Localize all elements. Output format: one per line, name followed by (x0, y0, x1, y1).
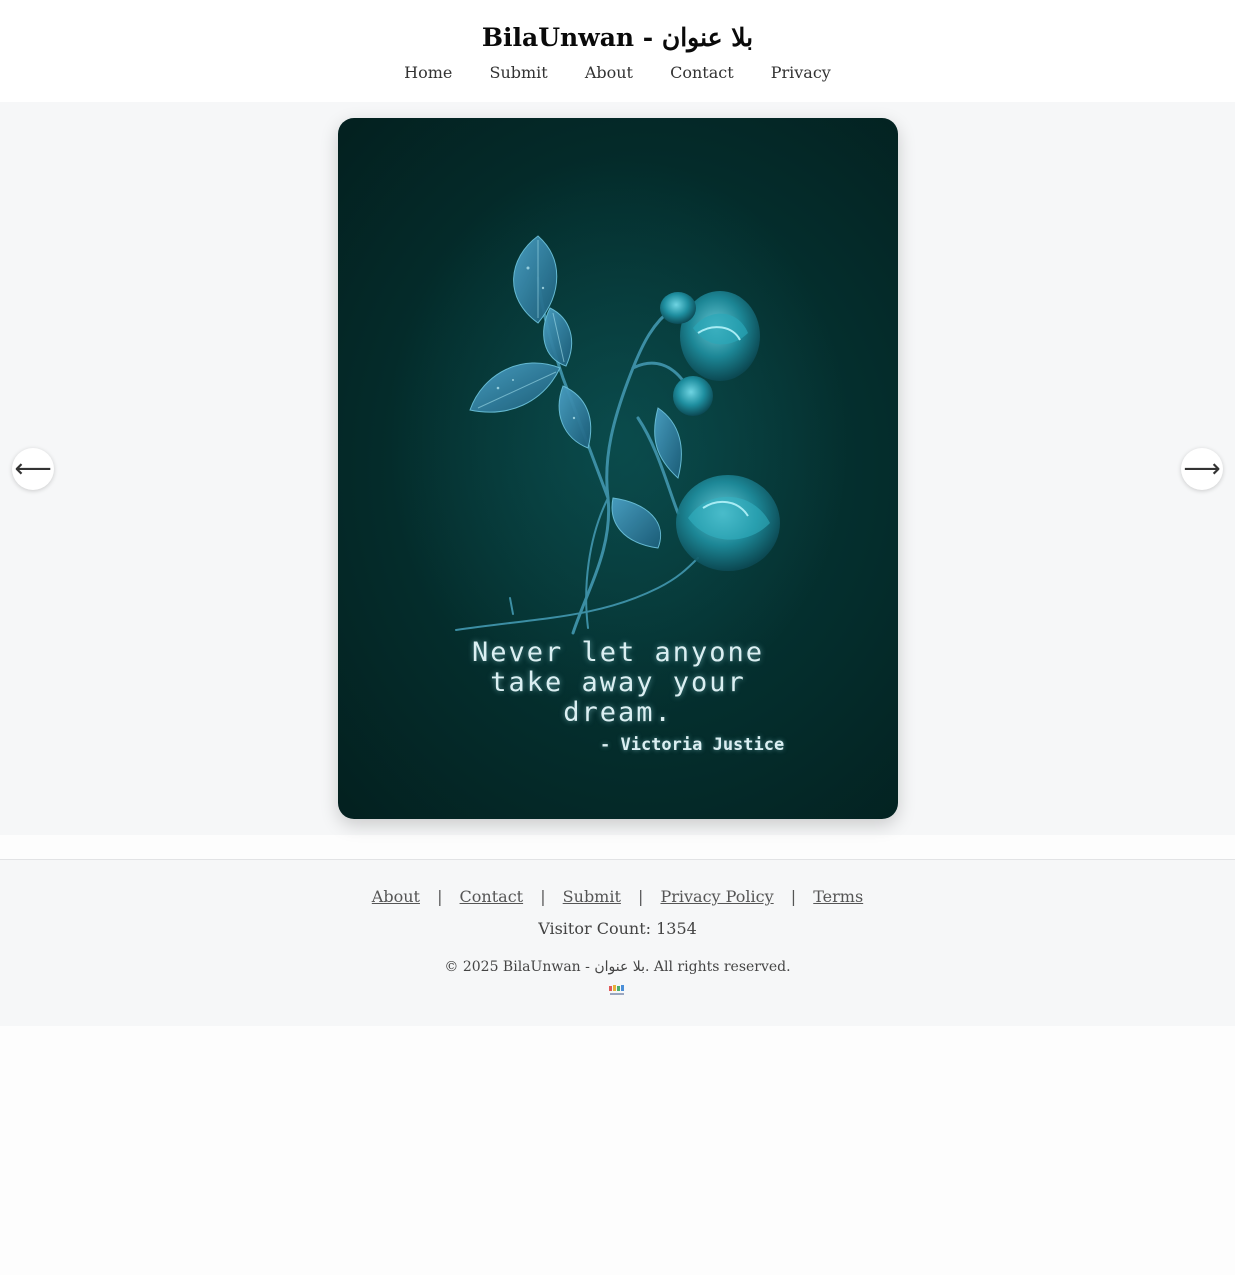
copyright-text: © 2025 BilaUnwan - بلا عنوان. All rights… (444, 959, 791, 975)
footer-link-privacy-policy[interactable]: Privacy Policy (660, 887, 773, 906)
nav-submit[interactable]: Submit (489, 63, 547, 82)
nav-home[interactable]: Home (404, 63, 452, 82)
footer-separator: | (638, 887, 644, 906)
footer-logo-icon (609, 985, 624, 995)
site-footer: About | Contact | Submit | Privacy Polic… (0, 859, 1235, 1026)
quote-image-card[interactable]: Never let anyone take away your dream. -… (338, 118, 898, 819)
footer-separator: | (790, 887, 797, 906)
quote-line: Never let anyone (471, 637, 765, 668)
quote-author: - Victoria Justice (600, 735, 785, 755)
arrow-right-icon: ⟶ (1183, 454, 1221, 484)
nav-privacy[interactable]: Privacy (771, 63, 831, 82)
arrow-left-icon: ⟵ (14, 454, 52, 484)
footer-link-contact[interactable]: Contact (460, 887, 524, 906)
footer-link-about[interactable]: About (372, 887, 420, 906)
main-nav: Home Submit About Contact Privacy (0, 62, 1235, 84)
site-title[interactable]: BilaUnwan - بلا عنوان (0, 20, 1235, 56)
carousel-section: ⟵ Never let anyone take away your dream.… (0, 102, 1235, 835)
nav-about[interactable]: About (585, 63, 633, 82)
quote-line: take away your (490, 667, 746, 698)
prev-slide-button[interactable]: ⟵ (12, 448, 54, 490)
nav-contact[interactable]: Contact (670, 63, 734, 82)
footer-links: About | Contact | Submit | Privacy Polic… (0, 886, 1235, 908)
quote-text: Never let anyone take away your dream. (338, 638, 898, 728)
quote-line: dream. (563, 697, 673, 728)
next-slide-button[interactable]: ⟶ (1181, 448, 1223, 490)
footer-link-terms[interactable]: Terms (813, 887, 863, 906)
footer-separator: | (437, 887, 443, 906)
site-header: BilaUnwan - بلا عنوان Home Submit About … (0, 0, 1235, 102)
visitor-count: Visitor Count: 1354 (538, 919, 697, 938)
footer-separator: | (540, 887, 546, 906)
footer-link-submit[interactable]: Submit (563, 887, 621, 906)
